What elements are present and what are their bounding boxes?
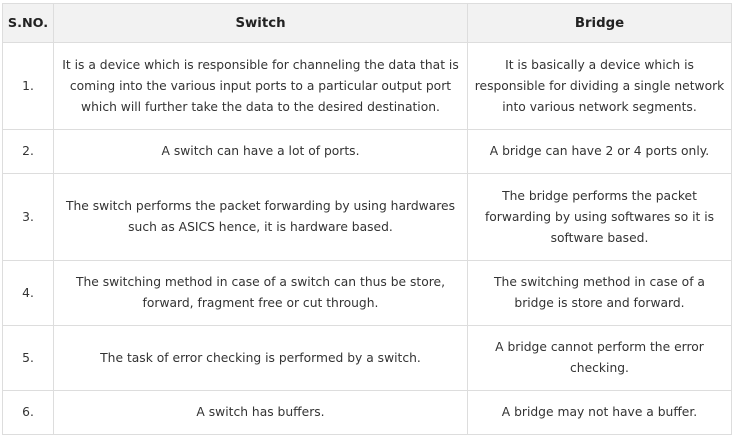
row-number: 4. — [2, 260, 54, 326]
row-number: 5. — [2, 325, 54, 391]
switch-cell: A switch can have a lot of ports. — [53, 129, 468, 174]
bridge-cell: A bridge may not have a buffer. — [467, 390, 732, 435]
bridge-cell: It is basically a device which is respon… — [467, 42, 732, 130]
table-row: 2. A switch can have a lot of ports. A b… — [2, 129, 732, 174]
table-row: 3. The switch performs the packet forwar… — [2, 173, 732, 261]
switch-cell: The switch performs the packet forwardin… — [53, 173, 468, 261]
bridge-cell: The bridge performs the packet forwardin… — [467, 173, 732, 261]
table-row: 6. A switch has buffers. A bridge may no… — [2, 390, 732, 435]
header-sno: S.NO. — [2, 3, 54, 43]
table-header-row: S.NO. Switch Bridge — [2, 3, 732, 43]
bridge-cell: The switching method in case of a bridge… — [467, 260, 732, 326]
switch-cell: A switch has buffers. — [53, 390, 468, 435]
switch-cell: It is a device which is responsible for … — [53, 42, 468, 130]
row-number: 6. — [2, 390, 54, 435]
table-row: 4. The switching method in case of a swi… — [2, 260, 732, 326]
table-row: 5. The task of error checking is perform… — [2, 325, 732, 391]
row-number: 2. — [2, 129, 54, 174]
comparison-table: S.NO. Switch Bridge 1. It is a device wh… — [2, 3, 732, 435]
bridge-cell: A bridge can have 2 or 4 ports only. — [467, 129, 732, 174]
header-bridge: Bridge — [467, 3, 732, 43]
bridge-cell: A bridge cannot perform the error checki… — [467, 325, 732, 391]
switch-cell: The task of error checking is performed … — [53, 325, 468, 391]
header-switch: Switch — [53, 3, 468, 43]
row-number: 3. — [2, 173, 54, 261]
table-row: 1. It is a device which is responsible f… — [2, 42, 732, 130]
row-number: 1. — [2, 42, 54, 130]
switch-cell: The switching method in case of a switch… — [53, 260, 468, 326]
